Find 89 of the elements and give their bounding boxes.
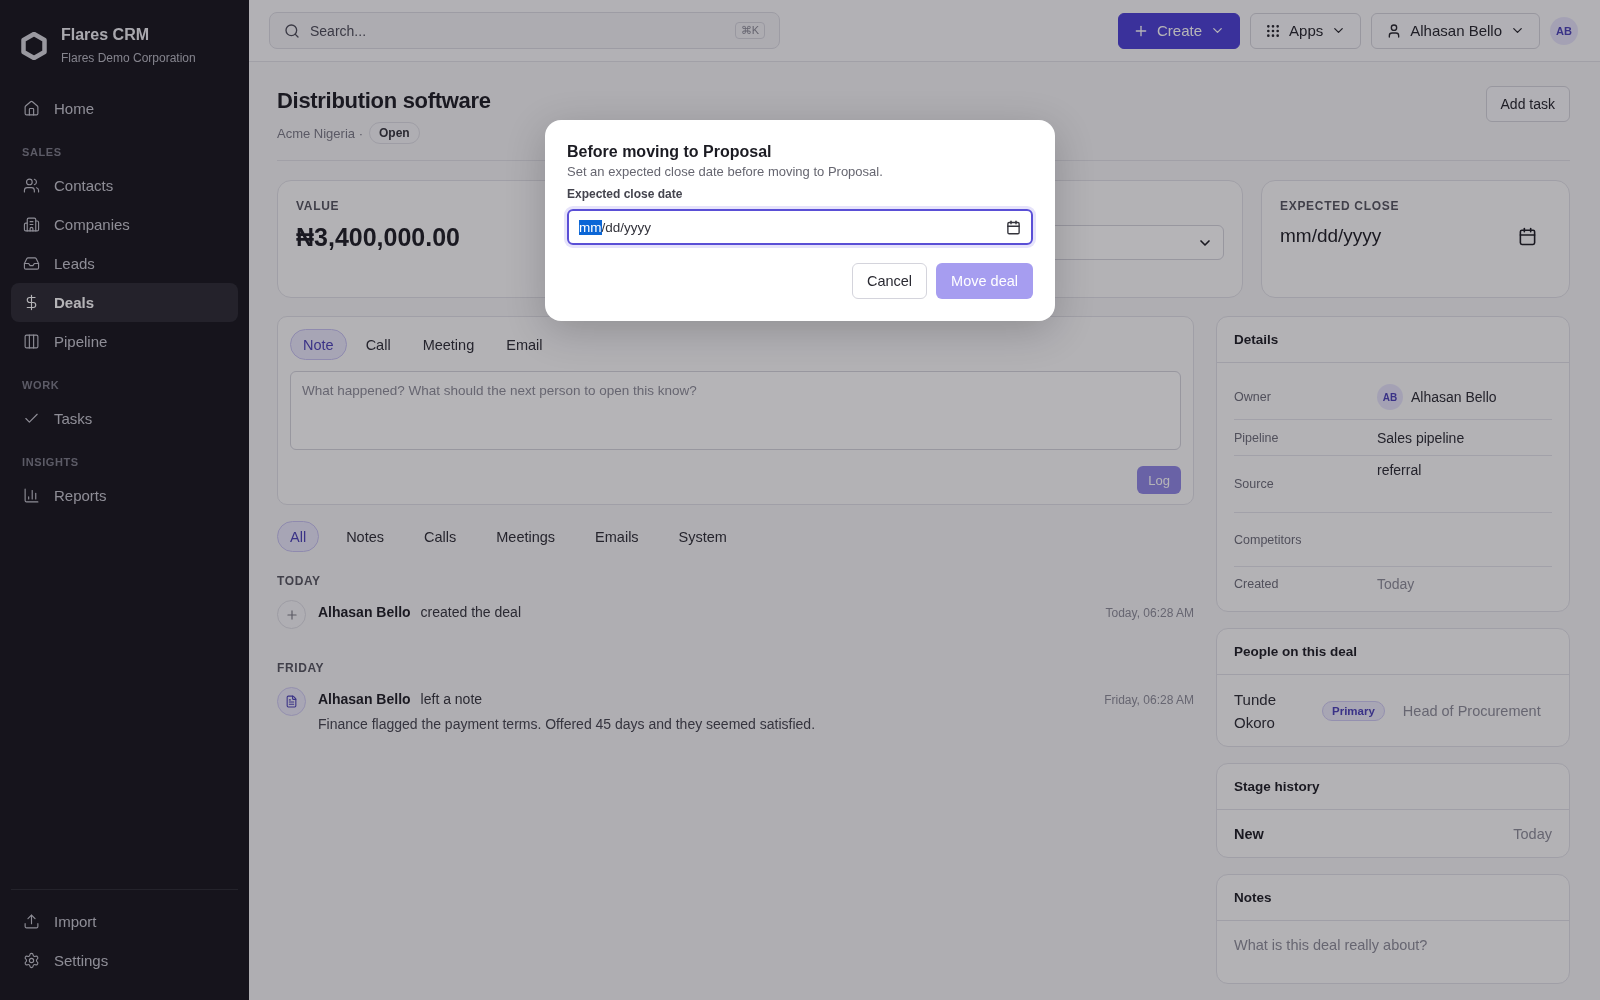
nav-section-title: WORK <box>21 379 61 391</box>
deal-value: ₦3,400,000.00 <box>296 223 461 252</box>
nav-section-title: SALES <box>21 146 63 158</box>
field-label: Expected close date <box>567 187 684 201</box>
columns-icon <box>23 333 40 350</box>
activity-tab[interactable]: Email <box>493 329 556 360</box>
detail-label: Owner <box>1234 390 1272 404</box>
activity-textarea[interactable]: What happened? What should the next person to open this know? <box>290 371 1181 450</box>
timeline-filter[interactable]: Notes <box>333 521 397 552</box>
upload-icon <box>23 913 40 930</box>
cancel-button[interactable]: Cancel <box>851 263 928 299</box>
apps-button[interactable]: Apps <box>1250 12 1362 49</box>
timeline-filter[interactable]: Emails <box>582 521 652 552</box>
sidebar-item[interactable]: Leads <box>11 244 238 283</box>
day-heading: TODAY <box>277 574 322 588</box>
detail-value: Sales pipeline <box>1377 429 1466 446</box>
sidebar-item[interactable]: Tasks <box>11 399 238 438</box>
detail-label: Source <box>1234 477 1275 491</box>
activity-tab[interactable]: Note <box>290 329 347 360</box>
event-actor: Alhasan Bello <box>318 604 411 620</box>
sidebar-item[interactable]: Contacts <box>11 166 238 205</box>
event-action: left a note <box>420 691 483 707</box>
detail-value: Alhasan Bello <box>1411 389 1497 405</box>
panel-title: Stage history <box>1217 764 1569 810</box>
brand-name: Flares CRM <box>61 26 151 44</box>
bar-chart-icon <box>23 487 40 504</box>
inbox-icon <box>23 255 40 272</box>
create-button[interactable]: Create <box>1118 12 1241 49</box>
person-title: Head of Procurement <box>1402 701 1542 721</box>
sidebar-item[interactable]: Import <box>11 902 238 941</box>
dialog-description: Set an expected close date before moving to Proposal. <box>567 164 884 179</box>
date-field[interactable]: mm/dd/yyyy <box>1280 225 1551 247</box>
sidebar-item[interactable]: Pipeline <box>11 322 238 361</box>
dialog-title: Before moving to Proposal <box>567 143 773 161</box>
house-icon <box>23 100 40 117</box>
user-avatar[interactable]: AB <box>1550 16 1578 45</box>
stage-date: Today <box>1513 826 1552 842</box>
deal-title: Distribution software <box>277 88 491 114</box>
event-note-text: Finance flagged the payment terms. Offered 45 days and they seemed satisfied. <box>318 716 817 732</box>
hexagon-logo-icon <box>21 31 47 60</box>
detail-value: Today <box>1377 576 1416 592</box>
sidebar-item[interactable]: Deals <box>11 283 238 322</box>
activity-tab[interactable]: Call <box>352 329 404 360</box>
company-name: Acme Nigeria · <box>277 125 363 141</box>
plus-icon <box>277 600 306 629</box>
activity-tab[interactable]: Meeting <box>409 329 488 360</box>
stage-name: New <box>1234 826 1264 842</box>
timeline-filter[interactable]: Meetings <box>483 521 569 552</box>
stat-label: EXPECTED CLOSE <box>1280 199 1401 213</box>
shortcut-hint: ⌘K <box>734 22 765 39</box>
detail-label: Pipeline <box>1234 430 1280 445</box>
search-icon <box>284 22 300 39</box>
event-time: Friday, 06:28 AM <box>1104 693 1194 707</box>
day-heading: FRIDAY <box>277 661 326 675</box>
settings-icon <box>23 952 40 969</box>
panel-title: People on this deal <box>1217 629 1569 675</box>
organization-name: Flares Demo Corporation <box>61 51 196 65</box>
grid-icon <box>1265 22 1282 39</box>
event-actor: Alhasan Bello <box>318 691 411 707</box>
sidebar-item[interactable]: Companies <box>11 205 238 244</box>
sidebar-item[interactable]: Home <box>11 89 238 128</box>
status-badge: Open <box>368 122 420 144</box>
event-action: created the deal <box>420 604 521 620</box>
nav-section-title: INSIGHTS <box>21 456 80 468</box>
sidebar-item[interactable]: Reports <box>11 476 238 515</box>
sidebar-item[interactable]: Settings <box>11 941 238 980</box>
detail-label: Competitors <box>1234 532 1303 547</box>
add-task-button[interactable]: Add task <box>1485 86 1570 122</box>
timeline-filter[interactable]: Calls <box>411 521 470 552</box>
note-icon <box>277 687 306 716</box>
panel-title: Notes <box>1217 875 1569 921</box>
building-icon <box>23 216 40 233</box>
users-icon <box>23 177 40 194</box>
calendar-icon <box>1006 219 1021 235</box>
date-input-field[interactable]: mm/dd/yyyy <box>567 209 1033 245</box>
timeline-filter[interactable]: System <box>665 521 740 552</box>
timeline-filter[interactable]: All <box>277 521 320 552</box>
role-badge: Primary <box>1322 701 1385 721</box>
detail-label: Created <box>1234 577 1280 591</box>
user-menu-button[interactable]: Alhasan Bello <box>1371 12 1540 49</box>
detail-input-field[interactable]: referral <box>1377 456 1552 512</box>
panel-title: Details <box>1217 317 1569 363</box>
stat-label: VALUE <box>296 199 341 213</box>
search-placeholder: Search... <box>310 22 367 39</box>
person-name: Tunde Okoro <box>1234 690 1277 733</box>
calendar-icon <box>1518 226 1537 246</box>
owner-avatar: AB <box>1377 384 1403 410</box>
search-field[interactable]: Search... ⌘K <box>269 12 780 49</box>
event-time: Today, 06:28 AM <box>1105 606 1194 620</box>
